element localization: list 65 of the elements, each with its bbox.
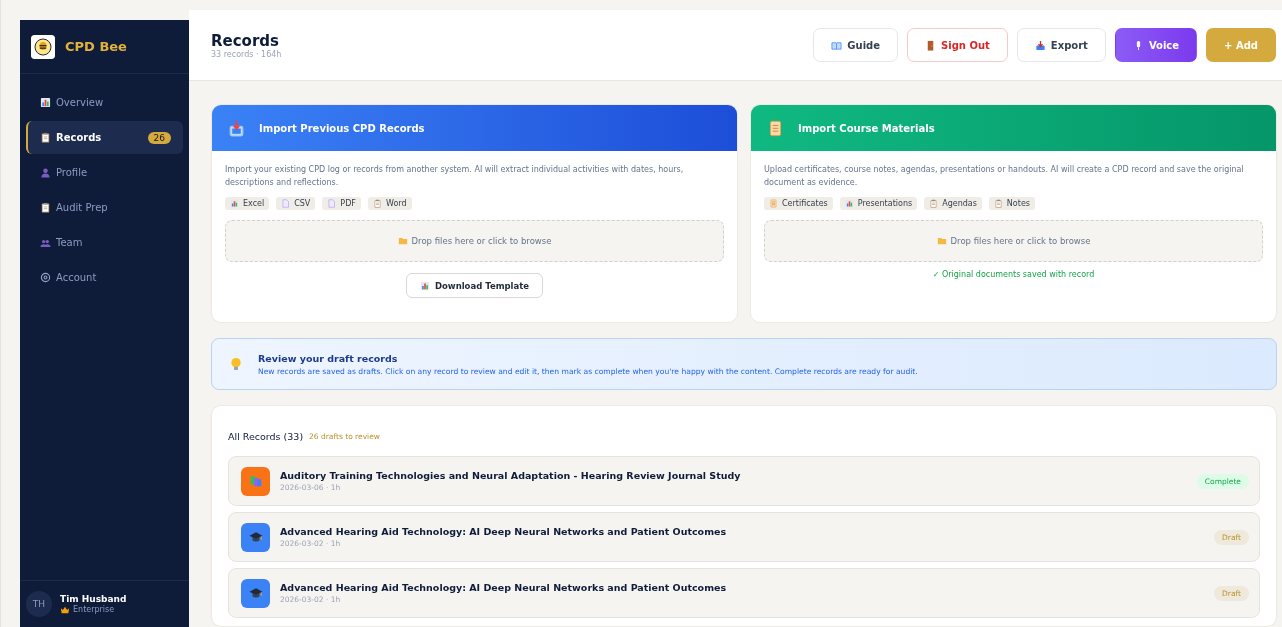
crown-icon bbox=[60, 604, 70, 615]
document-icon bbox=[327, 199, 337, 208]
scroll-icon bbox=[767, 119, 784, 137]
nav-item[interactable]: Profile bbox=[26, 156, 183, 189]
record-title: Advanced Hearing Aid Technology: AI Deep Neural Networks and Patient Outcomes bbox=[280, 526, 728, 537]
scroll-icon bbox=[769, 199, 778, 208]
lightbulb-icon bbox=[228, 356, 244, 372]
card-title: Import Course Materials bbox=[798, 122, 935, 134]
nav-item[interactable]: Records 26 bbox=[26, 121, 183, 154]
banner-title: Review your draft records bbox=[258, 352, 399, 364]
bar-chart-icon bbox=[844, 199, 854, 208]
file-type-tag: Word bbox=[367, 197, 412, 210]
bar-chart-icon bbox=[419, 280, 430, 291]
nav-item[interactable]: Team bbox=[26, 226, 183, 259]
header-button[interactable]: Export bbox=[1016, 28, 1106, 62]
people-icon bbox=[40, 237, 51, 248]
file-type-tag: Excel bbox=[225, 197, 270, 210]
drop-zone[interactable]: Drop files here or click to browse bbox=[225, 220, 724, 262]
nav-item[interactable]: Overview bbox=[26, 86, 183, 119]
clipboard-icon bbox=[929, 199, 939, 208]
page-title: Records bbox=[211, 31, 280, 50]
card-description: Upload certificates, course notes, agendas, presentations or handouts. AI will create a CPD record and save the original document as evidence. bbox=[764, 164, 1245, 189]
header-button[interactable]: Guide bbox=[813, 28, 899, 62]
header-button[interactable]: Voice bbox=[1114, 28, 1198, 62]
book-icon bbox=[831, 39, 843, 51]
download-tray-icon bbox=[228, 119, 245, 137]
clipboard-icon bbox=[372, 199, 382, 208]
saved-note: ✓ Original documents saved with record bbox=[932, 270, 1095, 279]
gear-icon bbox=[40, 272, 51, 283]
record-title: Advanced Hearing Aid Technology: AI Deep Neural Networks and Patient Outcomes bbox=[280, 582, 728, 593]
file-type-tag: Agendas bbox=[924, 197, 982, 210]
count-badge: 26 bbox=[147, 131, 171, 144]
brand-name: CPD Bee bbox=[65, 39, 127, 54]
user-avatar: TH bbox=[26, 591, 52, 617]
bar-chart-icon bbox=[230, 199, 239, 208]
export-icon bbox=[1034, 39, 1046, 51]
clipboard-icon bbox=[40, 202, 51, 213]
header-button[interactable]: Sign Out bbox=[907, 28, 1008, 62]
document-icon bbox=[281, 199, 291, 208]
plan-label: Enterprise bbox=[73, 605, 115, 614]
folder-icon bbox=[936, 236, 947, 246]
user-name: Tim Husband bbox=[60, 593, 127, 604]
drop-zone[interactable]: Drop files here or click to browse bbox=[764, 220, 1263, 262]
clipboard-icon bbox=[40, 132, 51, 143]
file-type-tag: Certificates bbox=[764, 197, 833, 210]
nav-item[interactable]: Account bbox=[26, 261, 183, 294]
folder-icon bbox=[397, 236, 408, 246]
clipboard-icon bbox=[993, 199, 1003, 208]
graduation-cap-icon bbox=[248, 530, 263, 544]
file-type-tag: PDF bbox=[322, 197, 361, 210]
file-type-tag: CSV bbox=[276, 197, 316, 210]
card-title: Import Previous CPD Records bbox=[259, 122, 425, 134]
card-description: Import your existing CPD log or records from another system. AI will extract individual activities with dates, hours, descriptions and reflections. bbox=[225, 164, 685, 189]
page-subtitle: 33 records · 164h bbox=[211, 49, 282, 59]
download-template-button[interactable]: Download Template bbox=[405, 273, 544, 298]
nav-item[interactable]: Audit Prep bbox=[26, 191, 183, 224]
bar-chart-icon bbox=[40, 97, 51, 108]
books-icon bbox=[248, 474, 263, 488]
records-title: All Records (33) bbox=[228, 430, 304, 442]
bee-logo-icon bbox=[31, 34, 55, 59]
record-title: Auditory Training Technologies and Neural Adaptation - Hearing Review Journal Study bbox=[280, 470, 742, 481]
graduation-cap-icon bbox=[248, 586, 263, 600]
person-icon bbox=[40, 167, 51, 178]
file-type-tag: Presentations bbox=[839, 197, 918, 210]
file-type-tag: Notes bbox=[988, 197, 1035, 210]
